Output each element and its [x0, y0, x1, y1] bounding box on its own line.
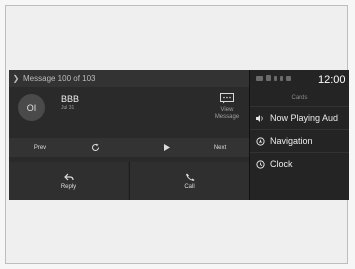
call-label: Call — [184, 183, 195, 190]
card-navigation-label: Navigation — [270, 136, 313, 146]
message-date: Jul 31 — [61, 105, 75, 111]
antenna-icon — [280, 75, 283, 81]
view-label-line2: Message — [214, 114, 240, 120]
speaker-icon — [250, 114, 270, 122]
replay-button[interactable] — [87, 138, 103, 157]
status-bar: 12:00 — [250, 70, 349, 88]
signal-icon — [266, 75, 271, 81]
play-icon — [164, 144, 170, 151]
message-bubble-icon — [220, 93, 234, 104]
card-now-playing-label: Now Playing Aud — [270, 113, 339, 123]
card-clock-label: Clock — [270, 159, 293, 169]
wifi-icon — [286, 75, 291, 81]
reply-label: Reply — [60, 183, 77, 190]
prev-button[interactable]: Prev — [29, 138, 51, 157]
chevron-right-icon[interactable]: ❯ — [9, 70, 23, 87]
avatar-initials: OI — [26, 102, 37, 113]
status-icons — [256, 75, 291, 81]
card-now-playing[interactable]: Now Playing Aud — [250, 106, 349, 129]
replay-icon — [91, 143, 99, 151]
view-message-button[interactable]: View Message — [209, 89, 245, 127]
view-message-label: View Message — [215, 107, 239, 121]
phone-icon — [185, 173, 194, 181]
contact-name: BBB — [61, 94, 80, 104]
cards-title: Cards — [291, 95, 308, 101]
action-divider — [129, 162, 130, 200]
bluetooth-icon — [274, 75, 277, 81]
next-label: Next — [213, 144, 227, 151]
avatar: OI — [18, 94, 45, 121]
contact-row: OI BBB Jul 31 View Message — [9, 87, 249, 127]
reply-button[interactable]: Reply — [9, 162, 128, 200]
clock-icon — [250, 159, 270, 169]
message-header[interactable]: ❯ Message 100 of 103 — [9, 70, 249, 87]
card-navigation[interactable]: Navigation — [250, 129, 349, 152]
infotainment-screen: ❯ Message 100 of 103 OI BBB Jul 31 View — [9, 70, 349, 200]
message-count: Message 100 of 103 — [23, 74, 96, 83]
prev-label: Prev — [33, 144, 47, 151]
reply-icon — [63, 173, 74, 180]
cards-panel: 12:00 Cards Now Playing Aud Navigation C… — [250, 70, 349, 200]
navigation-icon — [250, 136, 270, 146]
message-panel: ❯ Message 100 of 103 OI BBB Jul 31 View — [9, 70, 249, 200]
play-button[interactable] — [159, 138, 175, 157]
call-button[interactable]: Call — [130, 162, 249, 200]
next-button[interactable]: Next — [209, 138, 231, 157]
battery-icon — [256, 75, 263, 81]
status-clock: 12:00 — [318, 74, 346, 86]
card-clock[interactable]: Clock — [250, 152, 349, 175]
view-label-line1: View — [220, 107, 234, 113]
playback-controls: Prev Next — [9, 138, 249, 157]
